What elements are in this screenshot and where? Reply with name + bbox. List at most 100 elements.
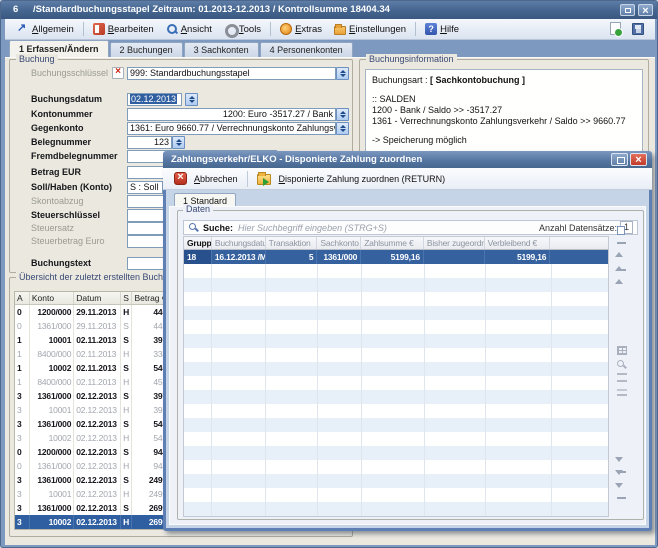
records-icon[interactable] [617,373,627,382]
empty-cell [552,362,608,376]
empty-row[interactable] [184,432,608,446]
assign-payment-button[interactable]: Disponierte Zahlung zuordnen (RETURN) [252,170,451,188]
empty-row[interactable] [184,362,608,376]
menu-item-hilfe[interactable]: Hilfe [419,21,465,38]
grid-icon[interactable] [617,346,627,355]
empty-row[interactable] [184,488,608,502]
table-row[interactable]: 3 1361/000 02.12.2013 S 2699 [15,501,169,515]
search-bar[interactable]: Suche: Hier Suchbegriff eingeben (STRG+S… [183,220,638,235]
empty-row[interactable] [184,306,608,320]
dialog-close-button[interactable] [630,153,647,166]
empty-row[interactable] [184,278,608,292]
table-row[interactable]: 3 1361/000 02.12.2013 S 397 [15,389,169,403]
col-konto[interactable]: Konto [30,292,74,304]
pages-icon[interactable] [617,387,627,396]
menu-item-tools[interactable]: Tools [218,21,267,38]
belegnummer-spinner[interactable] [172,136,185,149]
table-side-toolbar [615,220,629,512]
zoom-icon[interactable] [616,359,627,370]
col-a[interactable]: A [15,292,30,304]
empty-row[interactable] [184,390,608,404]
empty-row[interactable] [184,502,608,516]
table-row[interactable]: 3 1361/000 02.12.2013 S 546 [15,417,169,431]
empty-cell [362,292,425,306]
table-row[interactable]: 3 10001 02.12.2013 H 397 [15,403,169,417]
tab-buchungen[interactable]: 2 Buchungen [110,42,183,57]
tab-sachkonten[interactable]: 3 Sachkonten [184,42,259,57]
empty-cell [486,348,552,362]
scroll-bottom-icon[interactable] [615,488,628,499]
table-row[interactable]: 3 10001 02.12.2013 H 2499 [15,487,169,501]
table-row[interactable]: 0 1361/000 29.11.2013 S 446 [15,319,169,333]
kontonummer-spinner[interactable] [336,108,349,121]
empty-row[interactable] [184,292,608,306]
gegenkonto-field[interactable]: 1361: Euro 9660.77 / Verrechnungskonto Z… [127,122,336,135]
kontonummer-field[interactable]: 1200: Euro -3517.27 / Bank [127,108,336,121]
table-row[interactable]: 0 1361/000 02.12.2013 H 944 [15,459,169,473]
tab-personenkonten[interactable]: 4 Personenkonten [260,42,353,57]
new-document-button[interactable] [610,22,621,35]
cell-sachkonto: 1361/000 [317,250,361,264]
menu-item-allgemein[interactable]: Allgemein [11,21,80,38]
window-titlebar[interactable]: 6 /Standardbuchungsstapel Zeitraum: 01.2… [1,1,658,19]
col-sachkonto[interactable]: Sachkonto [317,237,361,249]
empty-row[interactable] [184,264,608,278]
table-row[interactable]: 1 8400/000 02.11.2013 H 459 [15,375,169,389]
gegenkonto-spinner[interactable] [336,122,349,135]
empty-row[interactable] [184,460,608,474]
empty-row[interactable] [184,334,608,348]
clear-button[interactable] [112,67,124,79]
scroll-up-icon[interactable] [615,256,628,267]
col-verbleibend[interactable]: Verbleibend € [485,237,551,249]
empty-row[interactable] [184,446,608,460]
table-row[interactable]: 3 10002 02.12.2013 H 2699 [15,515,169,529]
table-row[interactable]: 0 1200/000 29.11.2013 H 446 [15,305,169,319]
menu-item-einstellungen[interactable]: Einstellungen [328,21,412,38]
dialog-restore-button[interactable] [611,153,628,166]
col-zahlsumme[interactable]: Zahlsumme € [361,237,424,249]
empty-cell [266,488,318,502]
table-row[interactable]: 3 1361/000 02.12.2013 S 2499 [15,473,169,487]
empty-row[interactable] [184,404,608,418]
copy-icon[interactable] [617,226,625,235]
sollhaben-field[interactable]: S : Soll [127,181,163,194]
table-row[interactable]: 1 8400/000 02.11.2013 H 334 [15,347,169,361]
empty-row[interactable] [184,418,608,432]
buchungsschluessel-field[interactable]: 999: Standardbuchungsstapel [127,67,336,80]
empty-cell [318,390,362,404]
col-datum[interactable]: Datum [74,292,120,304]
empty-row[interactable] [184,376,608,390]
restore-button[interactable] [620,4,635,16]
dialog-titlebar[interactable]: Zahlungsverkehr/ELKO - Disponierte Zahlu… [163,151,652,168]
uebersicht-rows: 0 1200/000 29.11.2013 H 446 0 1361/000 2… [15,305,169,529]
empty-row[interactable] [184,348,608,362]
scroll-top-icon[interactable] [615,242,628,253]
cell-datum: 02.12.2013 [74,515,120,529]
empty-cell [266,320,318,334]
col-buchungsdatum[interactable]: Buchungsdatum [212,237,266,249]
menu-item-ansicht[interactable]: Ansicht [160,21,218,38]
col-transaktion[interactable]: Transaktion [266,237,318,249]
payments-table-header: Gruppe Buchungsdatum Transaktion Sachkon… [183,236,609,250]
menu-item-extras[interactable]: Extras [274,21,328,38]
table-row[interactable]: 1 10001 02.11.2013 S 397 [15,333,169,347]
table-row[interactable]: 3 10002 02.12.2013 H 546 [15,431,169,445]
buchungsdatum-field[interactable]: 02.12.2013 [127,93,182,106]
belegnummer-field[interactable]: 123 [127,136,172,149]
payment-row-selected[interactable]: 18 16.12.2013 /Mo 5 1361/000 5199,16 519… [183,250,609,264]
close-button[interactable] [638,4,653,16]
page-up-icon[interactable] [615,269,628,280]
col-s[interactable]: S [121,292,133,304]
cancel-button[interactable]: Abbrechen [169,170,243,188]
table-row[interactable]: 0 1200/000 02.12.2013 S 944 [15,445,169,459]
col-bisher-zugeordnet[interactable]: Bisher zugeordnet [424,237,485,249]
buchungsschluessel-spinner[interactable] [336,67,349,80]
empty-row[interactable] [184,320,608,334]
col-gruppe[interactable]: Gruppe [184,237,212,249]
save-button[interactable] [632,23,644,35]
table-row[interactable]: 1 10002 02.11.2013 S 546 [15,361,169,375]
empty-cell [212,320,266,334]
empty-row[interactable] [184,474,608,488]
menu-item-bearbeiten[interactable]: Bearbeiten [87,21,160,38]
buchungsdatum-spinner[interactable] [185,93,198,106]
